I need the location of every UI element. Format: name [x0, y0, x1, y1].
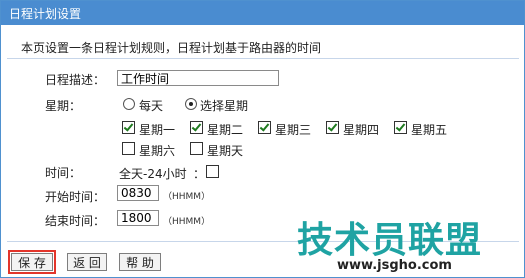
- checkbox-fri[interactable]: [394, 121, 407, 134]
- start-time-label: 开始时间：: [45, 190, 106, 204]
- end-time-hint: （HHMM）: [163, 217, 211, 227]
- help-button[interactable]: 帮 助: [119, 253, 161, 271]
- radio-select-days-label: 选择星期: [200, 99, 249, 113]
- end-time-input[interactable]: [117, 210, 159, 226]
- end-time-label: 结束时间：: [45, 214, 106, 228]
- allday-colon: ：: [193, 167, 206, 181]
- checkbox-wed[interactable]: [258, 121, 271, 134]
- allday-checkbox[interactable]: [206, 165, 219, 178]
- start-time-hint: （HHMM）: [163, 192, 211, 202]
- week-label: 星期：: [45, 99, 82, 113]
- checkbox-sun[interactable]: [190, 142, 203, 155]
- time-label: 时间：: [45, 166, 82, 180]
- checkbox-fri-label: 星期五: [411, 123, 448, 137]
- checkbox-thu[interactable]: [326, 121, 339, 134]
- page-description: 本页设置一条日程计划规则，日程计划基于路由器的时间: [21, 41, 322, 55]
- radio-everyday-label: 每天: [139, 99, 164, 113]
- checkbox-sat[interactable]: [122, 142, 135, 155]
- allday-label: 全天-24小时: [119, 167, 187, 181]
- watermark-url: www.jsgho.com: [337, 258, 452, 273]
- schedule-desc-input[interactable]: [117, 70, 279, 86]
- checkbox-wed-label: 星期三: [275, 123, 312, 137]
- checkbox-tue-label: 星期二: [207, 123, 244, 137]
- checkbox-mon-label: 星期一: [139, 123, 176, 137]
- checkbox-thu-label: 星期四: [343, 123, 380, 137]
- checkbox-sun-label: 星期天: [207, 144, 244, 158]
- dialog-frame: 日程计划设置 本页设置一条日程计划规则，日程计划基于路由器的时间 日程描述： 星…: [0, 0, 525, 278]
- save-button[interactable]: 保 存: [8, 250, 56, 274]
- radio-select-days[interactable]: [185, 98, 197, 110]
- checkbox-sat-label: 星期六: [139, 144, 176, 158]
- watermark-logo-text: 技术员联盟: [297, 220, 483, 261]
- schedule-desc-label: 日程描述：: [45, 73, 106, 87]
- radio-everyday[interactable]: [123, 98, 135, 110]
- checkbox-mon[interactable]: [122, 121, 135, 134]
- back-button[interactable]: 返 回: [67, 253, 107, 271]
- window-title: 日程计划设置: [9, 7, 82, 21]
- divider-top: [7, 58, 519, 59]
- checkbox-tue[interactable]: [190, 121, 203, 134]
- title-bar: 日程计划设置: [1, 1, 524, 25]
- start-time-input[interactable]: [117, 185, 159, 201]
